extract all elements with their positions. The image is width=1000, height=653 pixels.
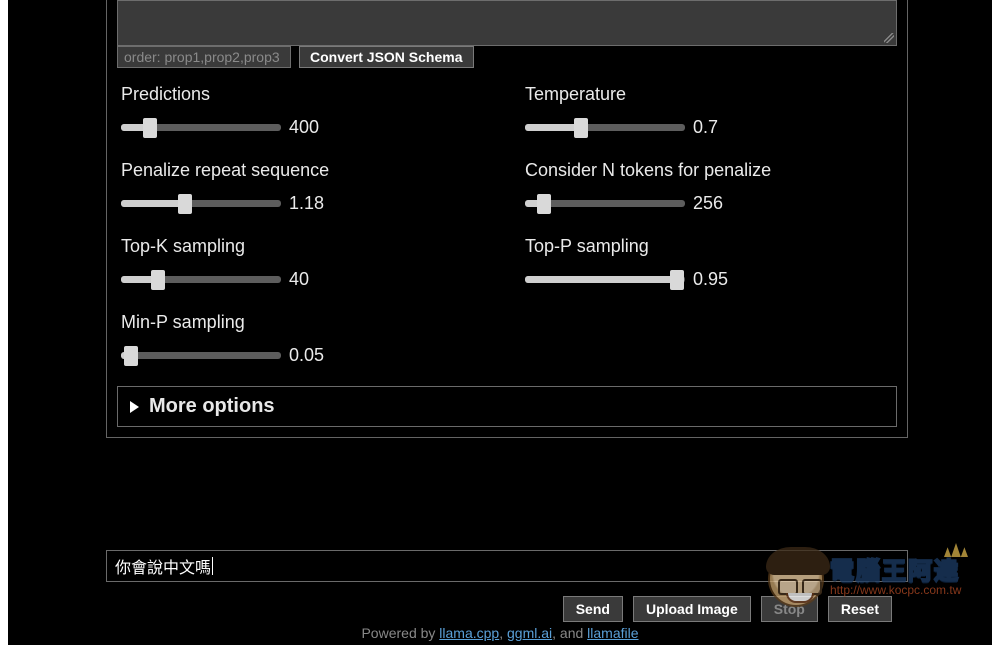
reset-button[interactable]: Reset	[828, 596, 892, 622]
temperature-slider[interactable]	[525, 118, 685, 138]
min-p-block: Min-P sampling 0.05	[121, 312, 489, 366]
more-options-toggle[interactable]: More options	[117, 386, 897, 427]
upload-image-button[interactable]: Upload Image	[633, 596, 751, 622]
app-root: Convert JSON Schema Predictions 400 Temp…	[8, 0, 992, 645]
watermark-crown-icon	[944, 543, 968, 557]
watermark-url: http://www.kocpc.com.tw	[830, 583, 961, 597]
text-cursor-icon	[212, 557, 213, 575]
top-k-label: Top-K sampling	[121, 236, 489, 257]
prompt-text: 你會說中文嗎	[115, 554, 211, 578]
convert-json-schema-button[interactable]: Convert JSON Schema	[299, 46, 474, 68]
top-p-value: 0.95	[693, 269, 728, 290]
footer-link-llamafile[interactable]: llamafile	[587, 625, 638, 641]
min-p-slider[interactable]	[121, 346, 281, 366]
chevron-right-icon	[130, 401, 139, 413]
min-p-label: Min-P sampling	[121, 312, 489, 333]
consider-n-label: Consider N tokens for penalize	[525, 160, 893, 181]
temperature-label: Temperature	[525, 84, 893, 105]
temperature-value: 0.7	[693, 117, 718, 138]
top-p-label: Top-P sampling	[525, 236, 893, 257]
top-k-value: 40	[289, 269, 309, 290]
schema-textarea[interactable]	[117, 0, 897, 46]
options-panel: Convert JSON Schema Predictions 400 Temp…	[106, 0, 908, 438]
top-k-slider[interactable]	[121, 270, 281, 290]
stop-button[interactable]: Stop	[761, 596, 818, 622]
footer: Powered by llama.cpp, ggml.ai, and llama…	[8, 625, 992, 641]
penalize-repeat-slider[interactable]	[121, 194, 281, 214]
more-options-label: More options	[149, 395, 275, 418]
sliders-grid: Predictions 400 Temperature	[117, 84, 897, 366]
send-button[interactable]: Send	[563, 596, 623, 622]
penalize-repeat-value: 1.18	[289, 193, 324, 214]
penalize-repeat-block: Penalize repeat sequence 1.18	[121, 160, 489, 214]
schema-order-row: Convert JSON Schema	[117, 46, 897, 68]
predictions-slider[interactable]	[121, 118, 281, 138]
temperature-block: Temperature 0.7	[525, 84, 893, 138]
schema-order-input[interactable]	[117, 46, 291, 68]
predictions-value: 400	[289, 117, 319, 138]
penalize-repeat-label: Penalize repeat sequence	[121, 160, 489, 181]
prompt-input[interactable]: 你會說中文嗎	[106, 550, 908, 582]
consider-n-block: Consider N tokens for penalize 256	[525, 160, 893, 214]
consider-n-slider[interactable]	[525, 194, 685, 214]
action-buttons: Send Upload Image Stop Reset	[563, 596, 892, 622]
min-p-value: 0.05	[289, 345, 324, 366]
consider-n-value: 256	[693, 193, 723, 214]
top-k-block: Top-K sampling 40	[121, 236, 489, 290]
top-p-block: Top-P sampling 0.95	[525, 236, 893, 290]
top-p-slider[interactable]	[525, 270, 685, 290]
predictions-block: Predictions 400	[121, 84, 489, 138]
footer-link-ggml-ai[interactable]: ggml.ai	[507, 625, 552, 641]
predictions-label: Predictions	[121, 84, 489, 105]
footer-prefix: Powered by	[361, 625, 439, 641]
footer-link-llama-cpp[interactable]: llama.cpp	[439, 625, 499, 641]
